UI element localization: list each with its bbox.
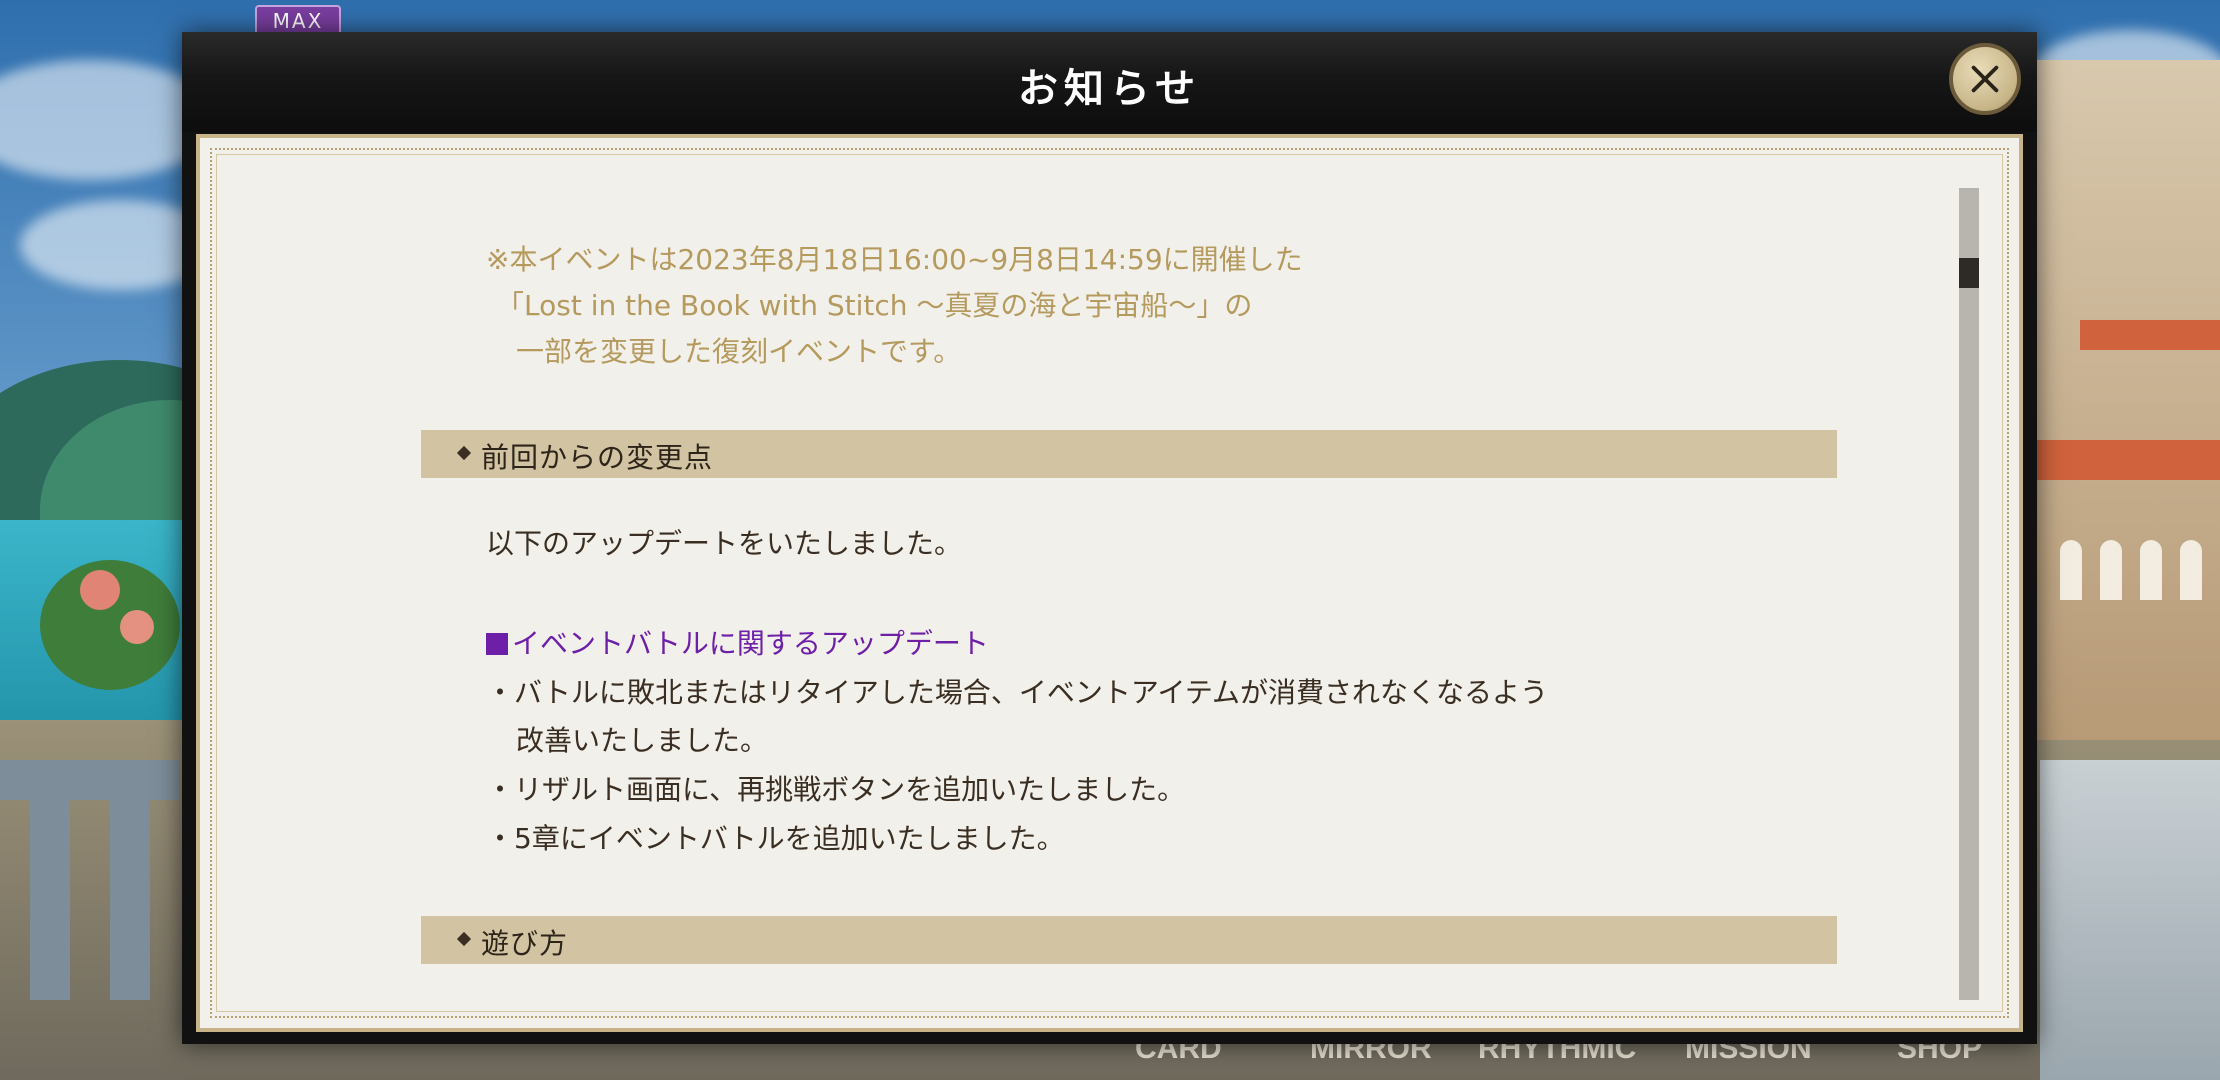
- notice-paper: ※本イベントは2023年8月18日16:00~9月8日14:59に開催した 「L…: [196, 134, 2023, 1032]
- diamond-icon: [456, 931, 472, 947]
- close-button[interactable]: [1949, 43, 2021, 115]
- section-heading-changes: 前回からの変更点: [421, 430, 1837, 478]
- update-intro: 以下のアップデートをいたしました。: [486, 527, 963, 560]
- square-icon: [486, 633, 508, 655]
- close-icon: [1971, 65, 1999, 93]
- update-heading: イベントバトルに関するアップデート: [486, 622, 989, 662]
- dialog-header: お知らせ: [182, 32, 2037, 132]
- bullet-item-continuation: 改善いたしました。: [516, 724, 769, 757]
- event-note-line-1: ※本イベントは2023年8月18日16:00~9月8日14:59に開催した: [486, 243, 1303, 276]
- diamond-icon: [456, 445, 472, 461]
- event-note-line-3: 一部を変更した復刻イベントです。: [516, 335, 962, 368]
- section-heading-how-to-play: 遊び方: [421, 916, 1837, 964]
- scrollbar-thumb[interactable]: [1959, 258, 1979, 288]
- bullet-item: ・バトルに敗北またはリタイアした場合、イベントアイテムが消費されなくなるよう: [486, 676, 1549, 709]
- section-heading-label: 遊び方: [481, 927, 569, 960]
- section-heading-label: 前回からの変更点: [481, 441, 714, 474]
- notice-dialog: お知らせ ※本イベントは2023年8月18日16:00~9月8日14:59に開催…: [182, 32, 2037, 1044]
- bullet-item: ・5章にイベントバトルを追加いたしました。: [486, 822, 1065, 855]
- bullet-item: ・リザルト画面に、再挑戦ボタンを追加いたしました。: [486, 773, 1186, 806]
- scrollbar[interactable]: [1959, 188, 1979, 1000]
- dialog-title: お知らせ: [1017, 66, 1202, 112]
- event-note-line-2: 「Lost in the Book with Stitch 〜真夏の海と宇宙船〜…: [496, 289, 1253, 322]
- notice-content[interactable]: ※本イベントは2023年8月18日16:00~9月8日14:59に開催した 「L…: [200, 138, 2019, 1028]
- update-heading-label: イベントバトルに関するアップデート: [512, 627, 989, 660]
